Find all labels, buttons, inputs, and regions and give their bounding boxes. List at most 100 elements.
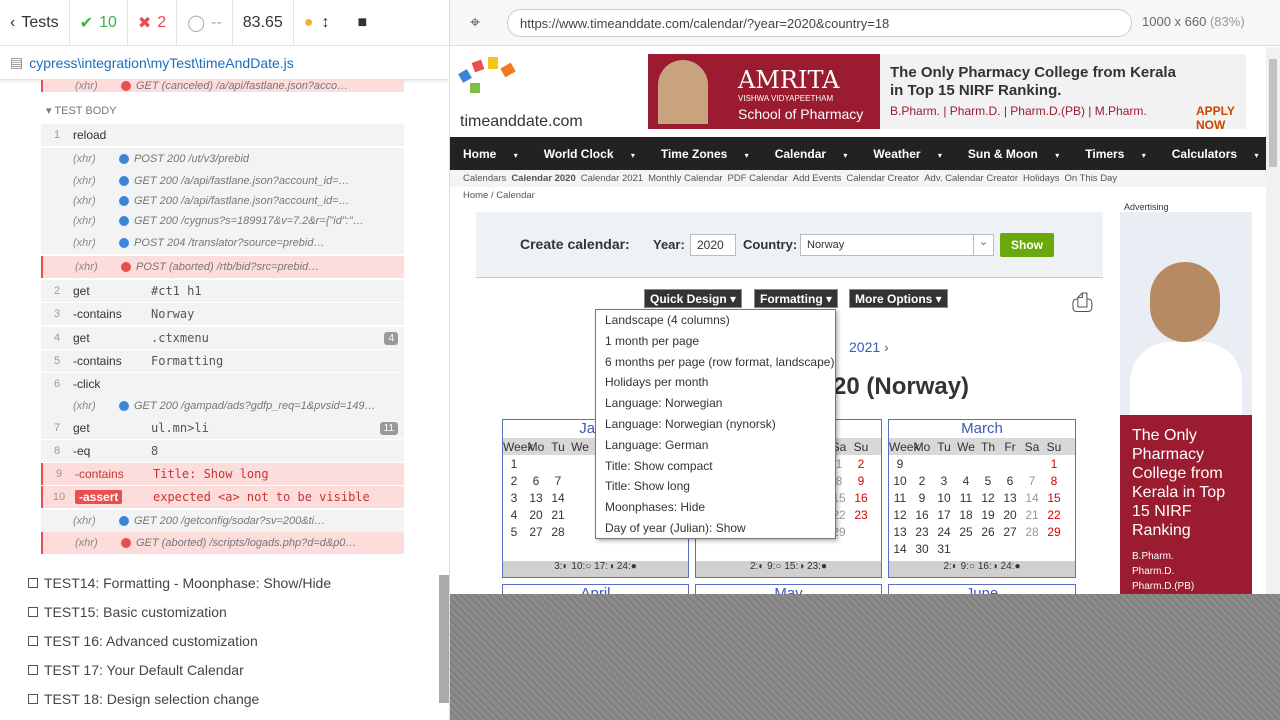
subnav-item[interactable]: Add Events <box>793 173 842 184</box>
scrollbar[interactable] <box>1266 47 1280 594</box>
selector-playground-icon[interactable]: ⌖ <box>470 12 480 33</box>
month-march: March Week Mo Tu We Th Fr Sa Su 91 10 2 3 4 5 6 7 8 11… <box>888 419 1076 578</box>
command-7[interactable]: 2 get #ct1 h1 <box>41 280 404 302</box>
xhr-label: (xhr) <box>73 400 96 412</box>
viewport-size: 1000 x 660 (83%) <box>1142 14 1245 29</box>
side-ad[interactable]: The Only Pharmacy College from Kerala in… <box>1120 212 1252 594</box>
command-name: -eq <box>73 444 91 458</box>
subnav-item[interactable]: Holidays <box>1023 173 1059 184</box>
status-dot-icon <box>119 401 129 411</box>
command-15[interactable]: 9 -contains Title: Show long <box>41 463 404 485</box>
command-message: #ct1 h1 <box>151 284 202 298</box>
command-name: get <box>73 421 90 435</box>
command-8[interactable]: 3 -contains Norway <box>41 303 404 325</box>
breadcrumb: Home / Calendar <box>463 190 535 201</box>
command-9[interactable]: 4 get .ctxmenu 4 <box>41 327 404 349</box>
menu-item[interactable]: Holidays per month <box>596 372 835 393</box>
command-xhr[interactable]: (xhr) GET 200 /getconfig/sodar?sv=200&ti… <box>41 510 404 532</box>
subnav-item[interactable]: Calendars <box>463 173 506 184</box>
command-xhr[interactable]: (xhr) POST (aborted) /rtb/bid?src=prebid… <box>41 256 404 278</box>
menu-item[interactable]: 6 months per page (row format, landscape… <box>596 352 835 373</box>
year-input[interactable]: 2020 <box>690 234 736 256</box>
test-body-header[interactable]: ▾ TEST BODY <box>46 104 117 117</box>
nav-item[interactable]: World Clock ▾ <box>531 147 648 161</box>
command-number: 4 <box>53 332 61 344</box>
nav-item[interactable]: Calendar ▾ <box>762 147 861 161</box>
menu-item[interactable]: Moonphases: Hide <box>596 497 835 518</box>
print-icon[interactable]: ⎙ <box>1072 287 1093 319</box>
menu-item[interactable]: 1 month per page <box>596 331 835 352</box>
test-item[interactable]: TEST14: Formatting - Moonphase: Show/Hid… <box>28 575 331 591</box>
command-xhr[interactable]: (xhr) GET (aborted) /scripts/logads.php?d… <box>41 532 404 554</box>
autoscroll-icon[interactable]: ↕ <box>321 14 329 32</box>
duration: 83.65 <box>233 0 294 46</box>
test-item[interactable]: TEST15: Basic customization <box>28 604 227 620</box>
xhr-label: (xhr) <box>73 153 96 165</box>
xhr-message: GET 200 /getconfig/sodar?sv=200&ti… <box>119 515 325 527</box>
command-10[interactable]: 5 -contains Formatting <box>41 350 404 372</box>
formatting-button[interactable]: Formatting ▾ <box>754 289 839 308</box>
nav-item[interactable]: Weather ▾ <box>860 147 955 161</box>
subnav-item[interactable]: Calendar Creator <box>846 173 919 184</box>
subnav-item[interactable]: On This Day <box>1064 173 1117 184</box>
show-button[interactable]: Show <box>1000 233 1054 257</box>
command-message: Formatting <box>151 354 224 368</box>
menu-item[interactable]: Language: Norwegian <box>596 393 835 414</box>
menu-item[interactable]: Day of year (Julian): Show <box>596 518 835 539</box>
test-item[interactable]: TEST 16: Advanced customization <box>28 633 258 649</box>
subnav-item[interactable]: PDF Calendar <box>728 173 788 184</box>
menu-item[interactable]: Title: Show compact <box>596 456 835 477</box>
command-message: 8 <box>151 444 159 458</box>
subnav-item[interactable]: Calendar 2021 <box>581 173 643 184</box>
command-number: 8 <box>53 445 61 457</box>
command-message: Norway <box>151 307 195 321</box>
menu-item[interactable]: Language: German <box>596 435 835 456</box>
xhr-label: (xhr) <box>73 237 96 249</box>
command-11[interactable]: 6 -click <box>41 373 404 395</box>
command-14[interactable]: 8 -eq 8 <box>41 440 404 462</box>
command-xhr[interactable]: (xhr) GET (canceled) /a/api/fastlane.json… <box>41 80 404 92</box>
create-calendar-panel: Create calendar: Year: 2020 Country: Nor… <box>476 212 1103 278</box>
menu-item[interactable]: Title: Show long <box>596 476 835 497</box>
site-logo[interactable]: timeanddate.com <box>460 113 583 131</box>
menu-item[interactable]: Landscape (4 columns) <box>596 310 835 331</box>
menu-item[interactable]: Language: Norwegian (nynorsk) <box>596 414 835 435</box>
nav-item[interactable]: Time Zones ▾ <box>648 147 762 161</box>
formatting-dropdown-menu: Landscape (4 columns) 1 month per page 6 m… <box>595 309 836 539</box>
stop-icon[interactable]: ■ <box>357 14 367 32</box>
country-select[interactable]: Norway ⌄ <box>800 234 994 256</box>
test-item[interactable]: TEST 18: Design selection change <box>28 691 259 707</box>
command-xhr[interactable]: (xhr) POST 200 /ut/v3/prebid <box>41 148 404 170</box>
nav-item[interactable]: Home ▾ <box>450 147 531 161</box>
quick-design-button[interactable]: Quick Design ▾ <box>644 289 743 308</box>
spec-file-path[interactable]: cypress\integration\myTest\timeAndDate.j… <box>29 55 294 71</box>
subnav-item[interactable]: Calendar 2020 <box>511 173 575 184</box>
command-xhr[interactable]: (xhr) GET 200 /a/api/fastlane.json?accoun… <box>41 190 404 212</box>
command-0[interactable]: 1 reload <box>41 124 404 146</box>
command-16[interactable]: 10 -assert expected <a> not to be visible <box>41 486 404 508</box>
command-xhr[interactable]: (xhr) GET 200 /cygnus?s=189917&v=7.2&r={"… <box>41 210 404 232</box>
tests-button[interactable]: ‹ Tests <box>0 0 70 46</box>
subnav-item[interactable]: Monthly Calendar <box>648 173 722 184</box>
next-year-link[interactable]: 2021 › <box>849 339 889 355</box>
top-ad-banner[interactable]: AMRITA VISHWA VIDYAPEETHAM School of Pha… <box>648 54 1246 132</box>
command-xhr[interactable]: (xhr) GET 200 /gampad/ads?gdfp_req=1&pvsi… <box>41 395 404 417</box>
command-message: .ctxmenu <box>151 331 209 345</box>
command-name: get <box>73 331 90 345</box>
scrollbar[interactable] <box>439 575 449 703</box>
nav-item[interactable]: Timers ▾ <box>1072 147 1159 161</box>
ad-brand-panel: AMRITA VISHWA VIDYAPEETHAM School of Pha… <box>648 54 880 129</box>
command-13[interactable]: 7 get ul.mn>li 11 <box>41 417 404 439</box>
nav-item[interactable]: Sun & Moon ▾ <box>955 147 1072 161</box>
subnav-item[interactable]: Adv. Calendar Creator <box>924 173 1018 184</box>
test-item[interactable]: TEST 17: Your Default Calendar <box>28 662 244 678</box>
command-xhr[interactable]: (xhr) POST 204 /translator?source=prebid… <box>41 232 404 254</box>
xhr-message: POST 204 /translator?source=prebid… <box>119 237 324 249</box>
more-options-button[interactable]: More Options ▾ <box>849 289 948 308</box>
xhr-message: GET (aborted) /scripts/logads.php?d=d&p0… <box>121 537 356 549</box>
command-xhr[interactable]: (xhr) GET 200 /a/api/fastlane.json?accoun… <box>41 170 404 192</box>
status-dot-icon <box>119 516 129 526</box>
passed-count: ✔ 10 <box>70 0 128 46</box>
url-bar[interactable]: https://www.timeanddate.com/calendar/?ye… <box>507 9 1132 37</box>
nav-item[interactable]: Calculators ▾ <box>1159 147 1272 161</box>
